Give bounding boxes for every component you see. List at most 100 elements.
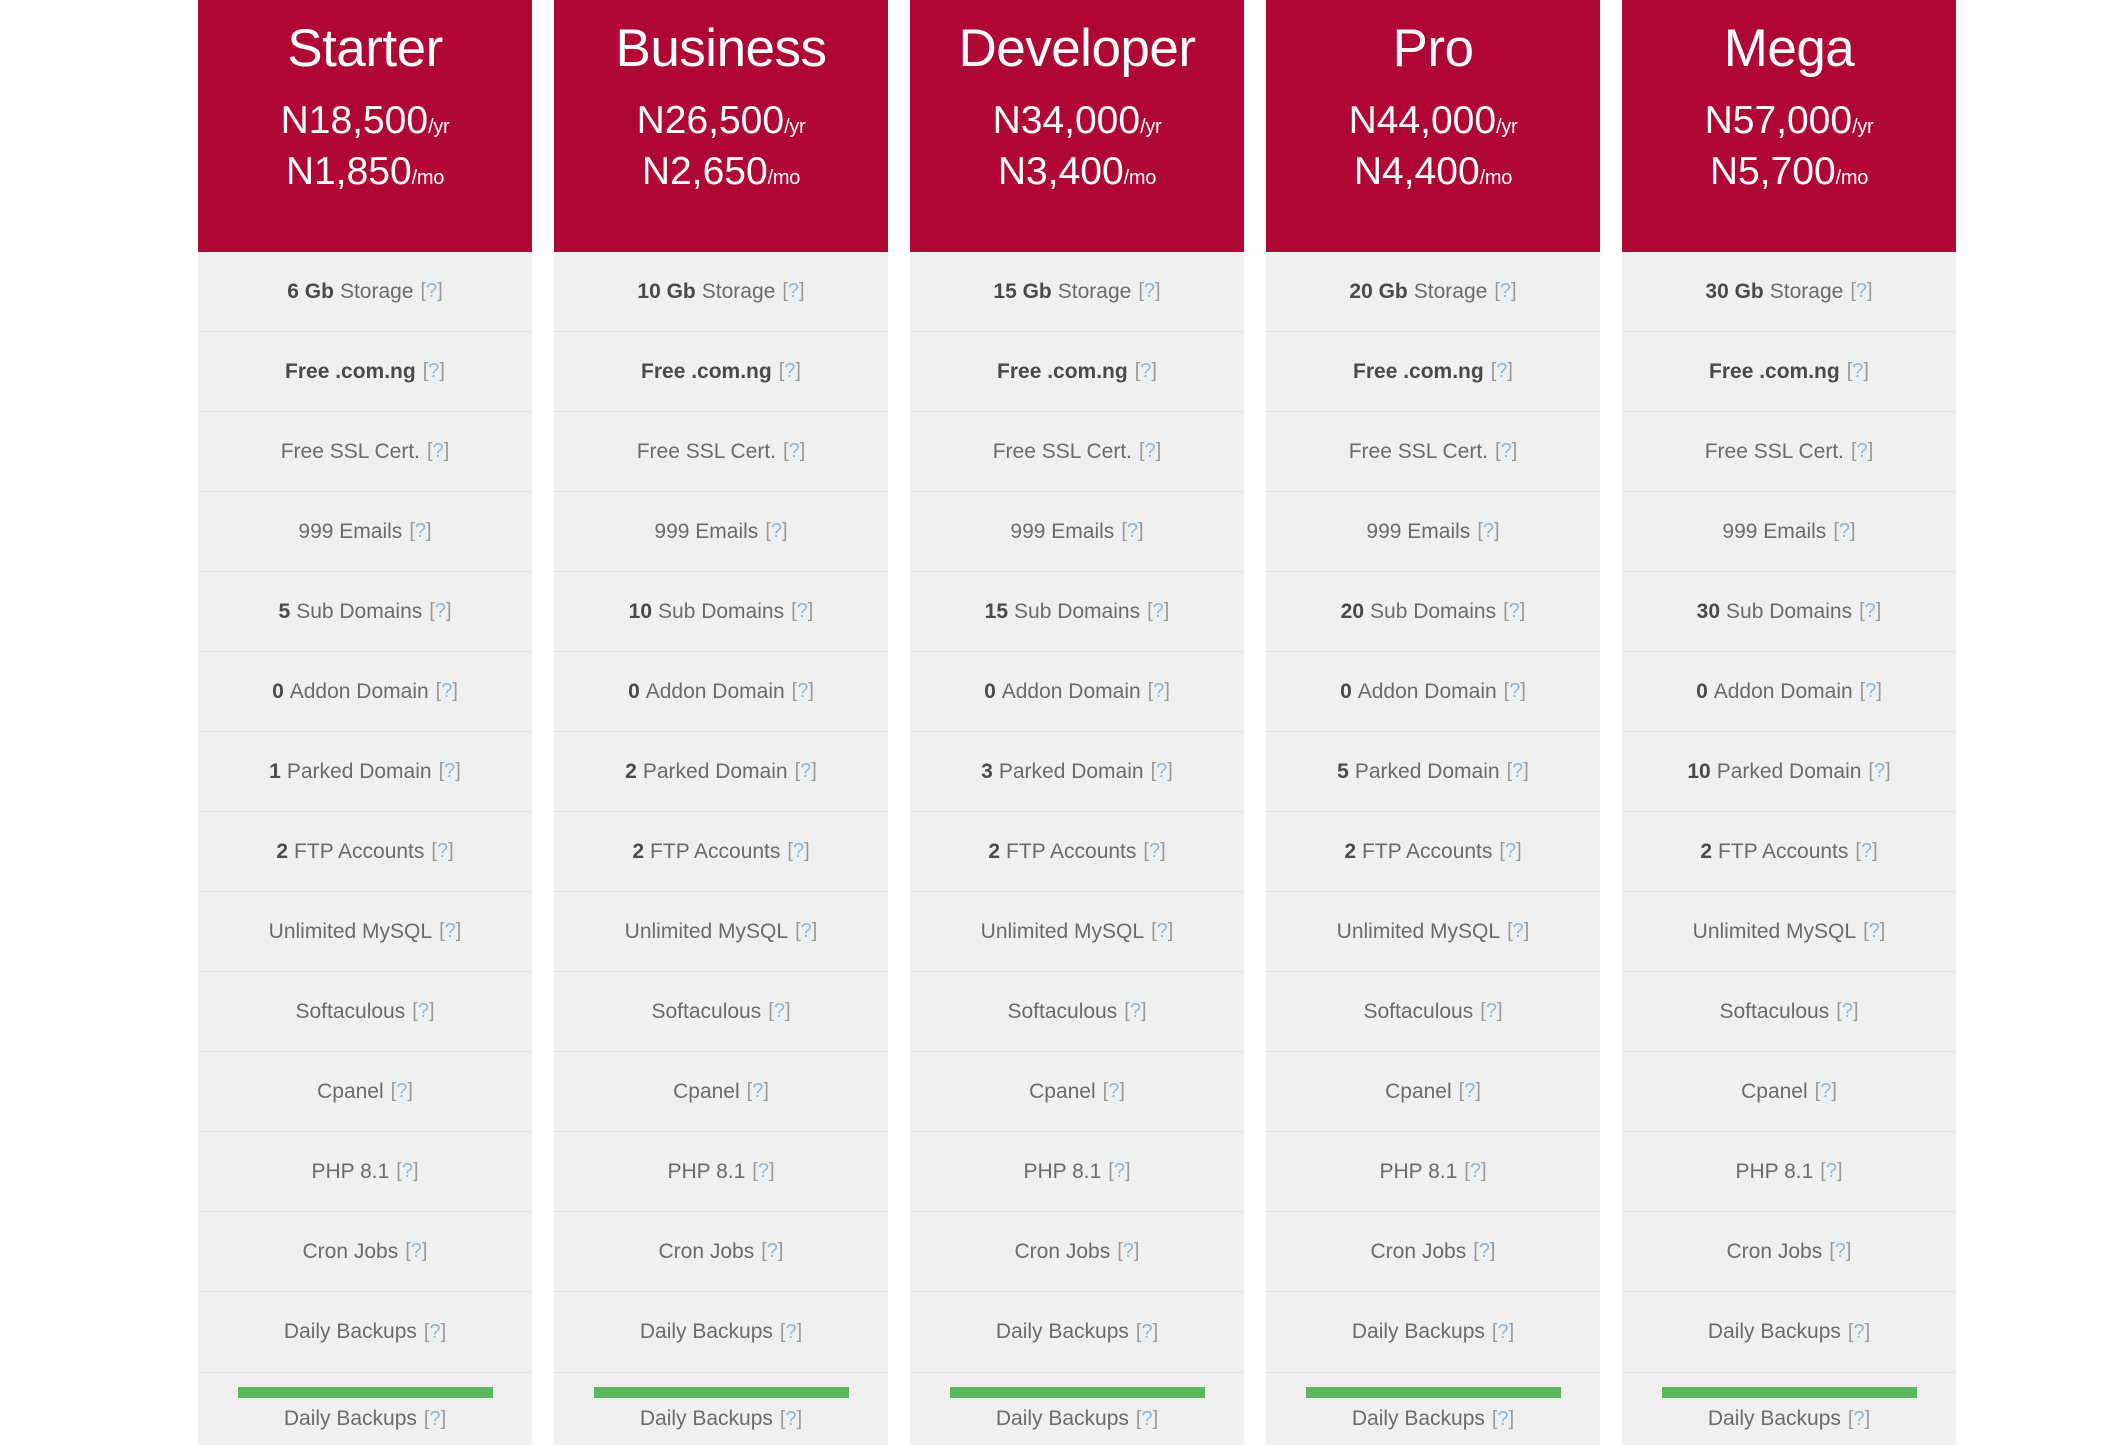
help-question-icon[interactable]: [?] <box>1477 520 1499 543</box>
plan-price-yearly-period: /yr <box>1140 115 1162 138</box>
help-question-icon[interactable]: [?] <box>779 360 801 383</box>
help-question-icon[interactable]: [?] <box>1847 360 1869 383</box>
help-question-icon[interactable]: [?] <box>1815 1080 1837 1103</box>
feature-label: Daily Backups <box>283 1320 417 1343</box>
order-button-bar[interactable] <box>1305 1387 1561 1398</box>
help-question-icon[interactable]: [?] <box>1507 920 1529 943</box>
order-button-bar[interactable] <box>593 1387 849 1398</box>
help-question-icon[interactable]: [?] <box>791 600 813 623</box>
help-question-icon[interactable]: [?] <box>1136 1321 1158 1344</box>
help-question-icon[interactable]: [?] <box>1135 360 1157 383</box>
plan-price-monthly: N3,400/mo <box>998 148 1157 196</box>
help-question-icon[interactable]: [?] <box>439 760 461 783</box>
feature-row: Free .com.ng [?] <box>910 332 1244 412</box>
order-button-bar[interactable] <box>949 1387 1205 1398</box>
help-question-icon[interactable]: [?] <box>1855 840 1877 863</box>
help-question-icon[interactable]: [?] <box>792 680 814 703</box>
help-question-icon[interactable]: [?] <box>1495 440 1517 463</box>
feature-label: FTP Accounts <box>1006 839 1137 863</box>
feature-label: Softaculous <box>295 999 406 1023</box>
help-question-icon[interactable]: [?] <box>421 280 443 303</box>
cta-label: Daily Backups <box>995 1407 1129 1430</box>
help-question-icon[interactable]: [?] <box>765 520 787 543</box>
help-question-icon[interactable]: [?] <box>431 840 453 863</box>
help-question-icon[interactable]: [?] <box>787 840 809 863</box>
feature-label: 999 Emails <box>1366 519 1471 543</box>
plan-cta-row[interactable]: Daily Backups [?] <box>910 1372 1244 1445</box>
help-question-icon[interactable]: [?] <box>1860 680 1882 703</box>
help-question-icon[interactable]: [?] <box>423 360 445 383</box>
help-question-icon[interactable]: [?] <box>1148 680 1170 703</box>
help-question-icon[interactable]: [?] <box>1124 1000 1146 1023</box>
help-question-icon[interactable]: [?] <box>1121 520 1143 543</box>
help-question-icon[interactable]: [?] <box>780 1321 802 1344</box>
help-question-icon[interactable]: [?] <box>795 760 817 783</box>
help-question-icon[interactable]: [?] <box>436 680 458 703</box>
help-question-icon[interactable]: [?] <box>1836 1000 1858 1023</box>
help-question-icon[interactable]: [?] <box>1833 520 1855 543</box>
order-button-bar[interactable] <box>237 1387 493 1398</box>
feature-label: Cpanel <box>1029 1079 1096 1103</box>
help-question-icon[interactable]: [?] <box>1138 280 1160 303</box>
help-question-icon[interactable]: [?] <box>780 1408 802 1430</box>
help-question-icon[interactable]: [?] <box>747 1080 769 1103</box>
feature-row: 2 FTP Accounts [?] <box>198 812 532 892</box>
help-question-icon[interactable]: [?] <box>752 1160 774 1183</box>
help-question-icon[interactable]: [?] <box>1851 440 1873 463</box>
help-question-icon[interactable]: [?] <box>1480 1000 1502 1023</box>
help-question-icon[interactable]: [?] <box>761 1240 783 1263</box>
plan-cta-row[interactable]: Daily Backups [?] <box>1266 1372 1600 1445</box>
help-question-icon[interactable]: [?] <box>1491 360 1513 383</box>
feature-label: 999 Emails <box>1722 519 1827 543</box>
plan-cta-row[interactable]: Daily Backups [?] <box>1622 1372 1956 1445</box>
help-question-icon[interactable]: [?] <box>1848 1321 1870 1344</box>
help-question-icon[interactable]: [?] <box>1504 680 1526 703</box>
help-question-icon[interactable]: [?] <box>1151 760 1173 783</box>
help-question-icon[interactable]: [?] <box>1492 1321 1514 1344</box>
help-question-icon[interactable]: [?] <box>412 1000 434 1023</box>
feature-row: 30 Sub Domains [?] <box>1622 572 1956 652</box>
help-question-icon[interactable]: [?] <box>1494 280 1516 303</box>
help-question-icon[interactable]: [?] <box>768 1000 790 1023</box>
help-question-icon[interactable]: [?] <box>1859 600 1881 623</box>
help-question-icon[interactable]: [?] <box>1143 840 1165 863</box>
help-question-icon[interactable]: [?] <box>1850 280 1872 303</box>
help-question-icon[interactable]: [?] <box>1868 760 1890 783</box>
feature-label: FTP Accounts <box>1718 839 1849 863</box>
help-question-icon[interactable]: [?] <box>1108 1160 1130 1183</box>
help-question-icon[interactable]: [?] <box>1863 920 1885 943</box>
help-question-icon[interactable]: [?] <box>795 920 817 943</box>
help-question-icon[interactable]: [?] <box>1829 1240 1851 1263</box>
plan-cta-row[interactable]: Daily Backups [?] <box>554 1372 888 1445</box>
help-question-icon[interactable]: [?] <box>1492 1408 1514 1430</box>
help-question-icon[interactable]: [?] <box>405 1240 427 1263</box>
help-question-icon[interactable]: [?] <box>424 1408 446 1430</box>
plan-name: Developer <box>958 19 1196 78</box>
help-question-icon[interactable]: [?] <box>1503 600 1525 623</box>
help-question-icon[interactable]: [?] <box>1848 1408 1870 1430</box>
feature-label: Parked Domain <box>286 759 432 783</box>
help-question-icon[interactable]: [?] <box>396 1160 418 1183</box>
help-question-icon[interactable]: [?] <box>1103 1080 1125 1103</box>
help-question-icon[interactable]: [?] <box>1147 600 1169 623</box>
help-question-icon[interactable]: [?] <box>409 520 431 543</box>
help-question-icon[interactable]: [?] <box>427 440 449 463</box>
plan-cta-row[interactable]: Daily Backups [?] <box>198 1372 532 1445</box>
help-question-icon[interactable]: [?] <box>1507 760 1529 783</box>
help-question-icon[interactable]: [?] <box>1499 840 1521 863</box>
help-question-icon[interactable]: [?] <box>391 1080 413 1103</box>
help-question-icon[interactable]: [?] <box>1136 1408 1158 1430</box>
help-question-icon[interactable]: [?] <box>1151 920 1173 943</box>
help-question-icon[interactable]: [?] <box>439 920 461 943</box>
help-question-icon[interactable]: [?] <box>783 440 805 463</box>
help-question-icon[interactable]: [?] <box>1464 1160 1486 1183</box>
help-question-icon[interactable]: [?] <box>429 600 451 623</box>
help-question-icon[interactable]: [?] <box>1820 1160 1842 1183</box>
help-question-icon[interactable]: [?] <box>1473 1240 1495 1263</box>
help-question-icon[interactable]: [?] <box>782 280 804 303</box>
help-question-icon[interactable]: [?] <box>1139 440 1161 463</box>
help-question-icon[interactable]: [?] <box>1459 1080 1481 1103</box>
help-question-icon[interactable]: [?] <box>424 1321 446 1344</box>
order-button-bar[interactable] <box>1661 1387 1917 1398</box>
help-question-icon[interactable]: [?] <box>1117 1240 1139 1263</box>
